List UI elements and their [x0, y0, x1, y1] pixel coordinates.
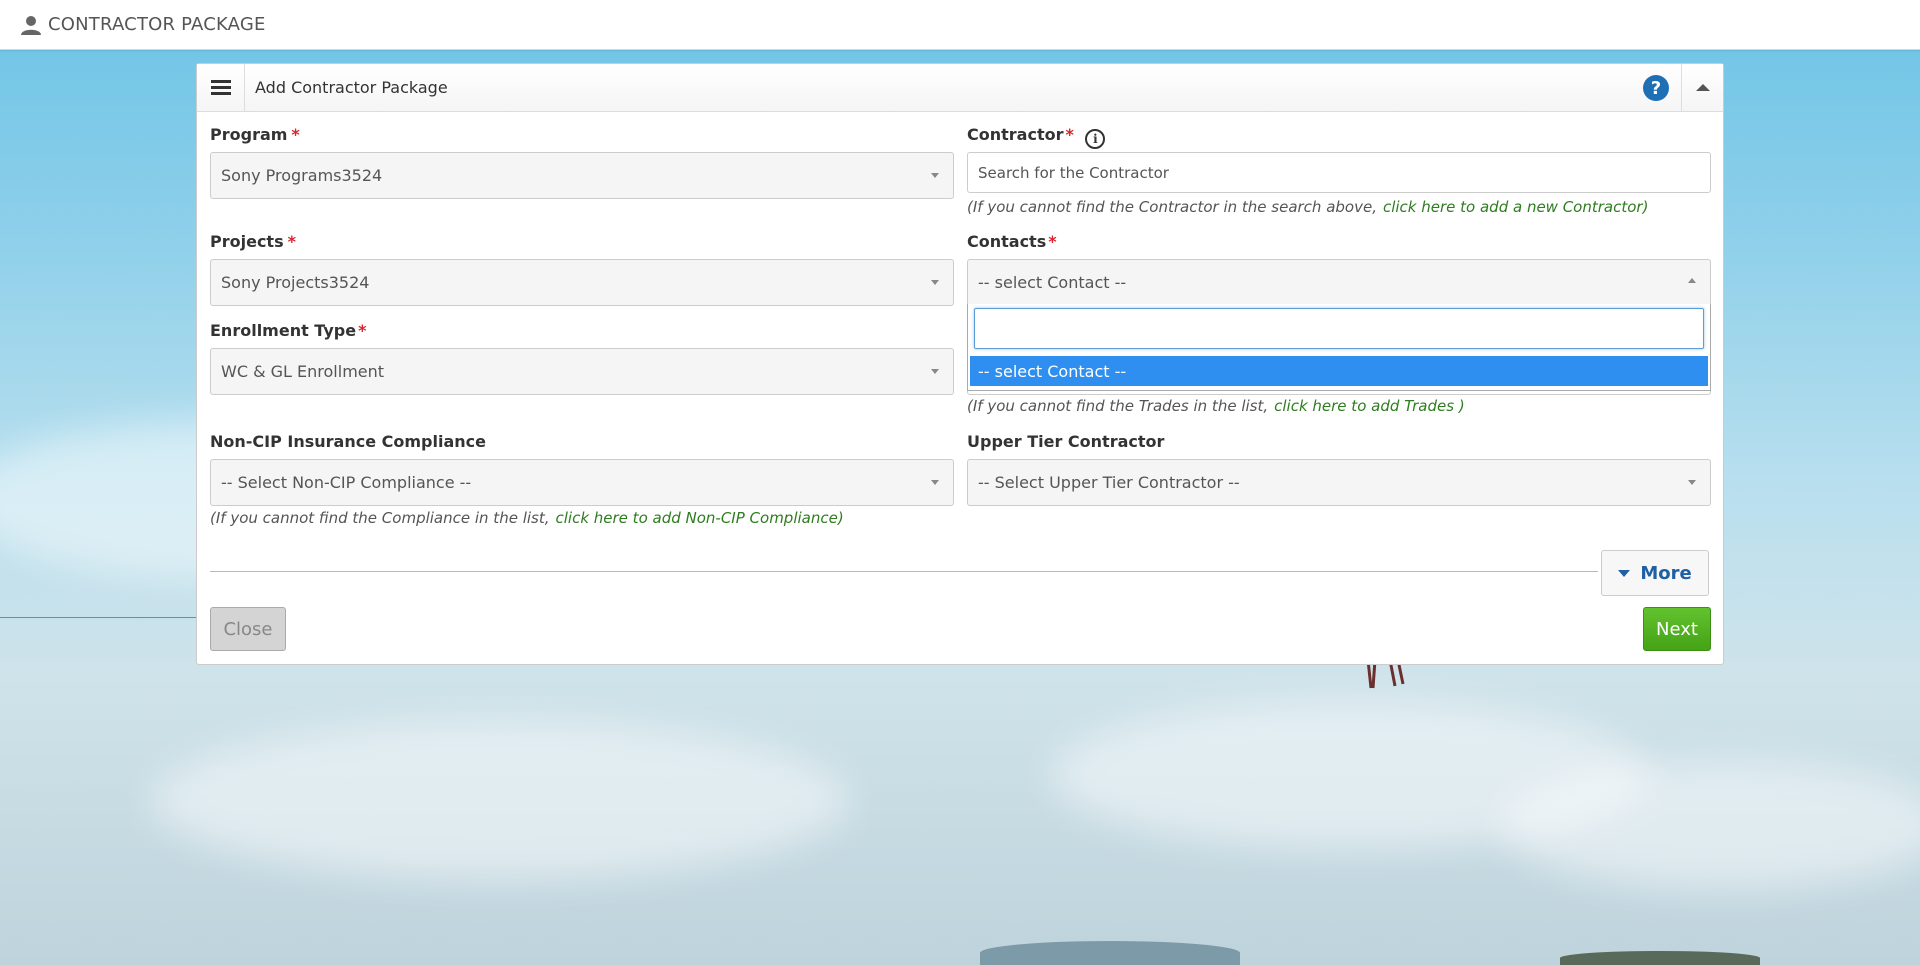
- contractor-search-placeholder: Search for the Contractor: [978, 163, 1169, 182]
- upper-tier-value: -- Select Upper Tier Contractor --: [978, 473, 1240, 492]
- more-button[interactable]: More: [1601, 550, 1709, 596]
- user-icon: [20, 14, 42, 36]
- projects-value: Sony Projects3524: [221, 273, 370, 292]
- more-label: More: [1640, 562, 1692, 584]
- contacts-dropdown: -- select Contact --: [967, 304, 1711, 391]
- add-contractor-package-panel: Add Contractor Package ? Program * Sony P…: [196, 63, 1724, 665]
- help-icon[interactable]: ?: [1643, 75, 1669, 101]
- chevron-up-icon: [1688, 278, 1696, 283]
- divider: [210, 571, 1598, 572]
- contacts-value: -- select Contact --: [978, 273, 1127, 292]
- add-noncip-link[interactable]: click here to add Non-CIP Compliance): [556, 509, 844, 527]
- panel-title: Add Contractor Package: [255, 78, 448, 97]
- noncip-label: Non-CIP Insurance Compliance: [210, 432, 486, 451]
- noncip-hint: (If you cannot find the Compliance in th…: [210, 509, 844, 527]
- menu-icon[interactable]: [197, 64, 245, 111]
- projects-select[interactable]: Sony Projects3524: [210, 259, 954, 306]
- chevron-down-icon: [931, 173, 939, 178]
- program-select[interactable]: Sony Programs3524: [210, 152, 954, 199]
- close-button[interactable]: Close: [210, 607, 286, 651]
- noncip-select[interactable]: -- Select Non-CIP Compliance --: [210, 459, 954, 506]
- chevron-down-icon: [1688, 480, 1696, 485]
- contact-option[interactable]: -- select Contact --: [970, 356, 1708, 386]
- wire: [0, 617, 196, 618]
- upper-tier-select[interactable]: -- Select Upper Tier Contractor --: [967, 459, 1711, 506]
- contacts-label: Contacts *: [967, 232, 1057, 251]
- cloud: [150, 720, 850, 880]
- program-value: Sony Programs3524: [221, 166, 383, 185]
- enrollment-type-value: WC & GL Enrollment: [221, 362, 385, 381]
- contractor-label: Contractor * i: [967, 125, 1106, 149]
- add-contractor-link[interactable]: click here to add a new Contractor): [1383, 198, 1648, 216]
- trades-hint: (If you cannot find the Trades in the li…: [967, 397, 1465, 415]
- contacts-select[interactable]: -- select Contact --: [967, 259, 1711, 306]
- projects-label: Projects *: [210, 232, 296, 251]
- caret-down-icon: [1618, 569, 1631, 577]
- add-trades-link[interactable]: click here to add Trades ): [1274, 397, 1465, 415]
- contractor-search-input[interactable]: Search for the Contractor: [967, 152, 1711, 193]
- panel-header: Add Contractor Package ?: [197, 64, 1723, 112]
- page-title: CONTRACTOR PACKAGE: [48, 14, 266, 35]
- mountain: [980, 941, 1240, 965]
- chevron-down-icon: [931, 280, 939, 285]
- enrollment-type-select[interactable]: WC & GL Enrollment: [210, 348, 954, 395]
- hill: [1560, 951, 1760, 965]
- info-icon[interactable]: i: [1085, 129, 1106, 149]
- chevron-down-icon: [931, 369, 939, 374]
- contacts-search-input[interactable]: [974, 308, 1704, 349]
- chevron-down-icon: [931, 480, 939, 485]
- contractor-hint: (If you cannot find the Contractor in th…: [967, 198, 1649, 216]
- enrollment-type-label: Enrollment Type *: [210, 321, 367, 340]
- noncip-value: -- Select Non-CIP Compliance --: [221, 473, 472, 492]
- top-bar: CONTRACTOR PACKAGE: [0, 0, 1920, 50]
- upper-tier-label: Upper Tier Contractor: [967, 432, 1165, 451]
- next-button[interactable]: Next: [1643, 607, 1711, 651]
- collapse-icon[interactable]: [1681, 64, 1723, 111]
- cloud: [1500, 760, 1920, 890]
- program-label: Program *: [210, 125, 300, 144]
